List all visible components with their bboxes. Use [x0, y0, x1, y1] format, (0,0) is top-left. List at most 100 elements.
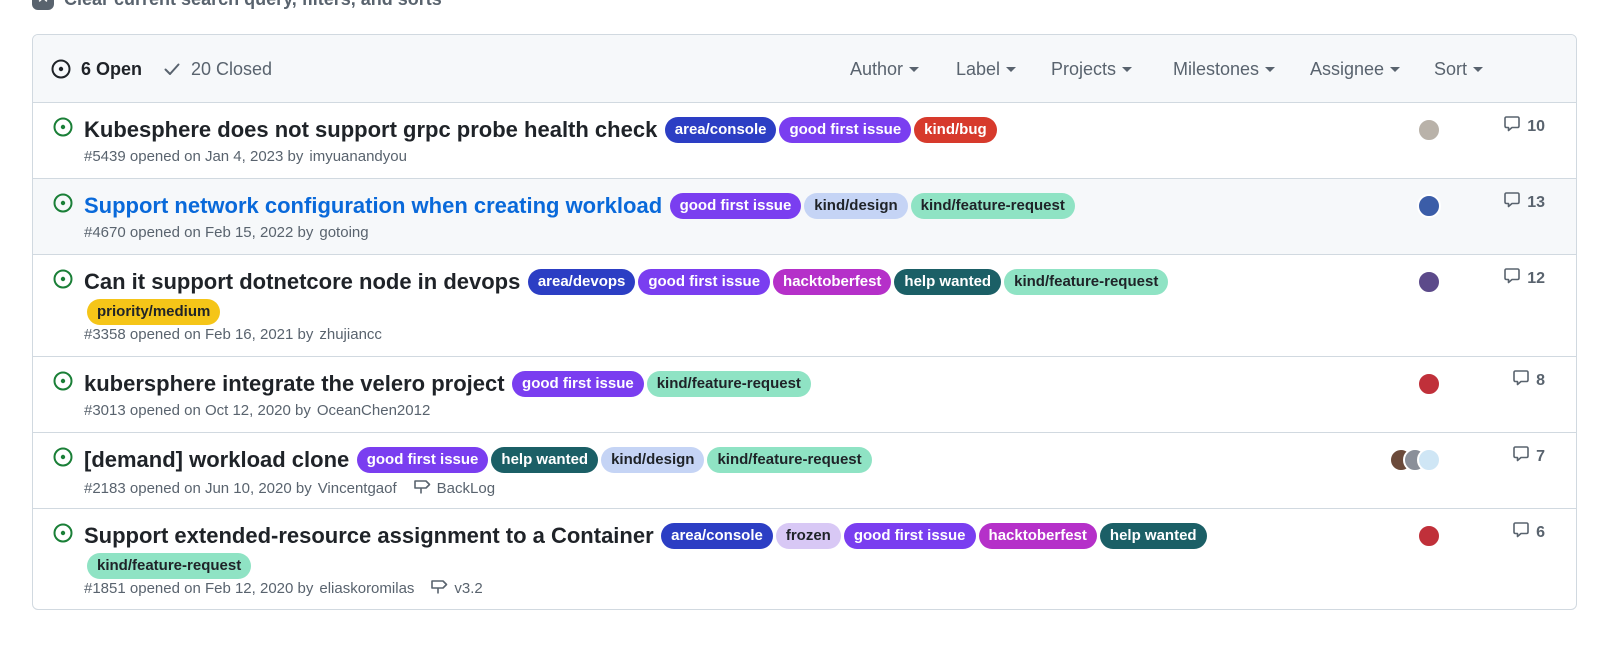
- issue-label[interactable]: good first issue: [512, 371, 644, 397]
- comment-icon: [1503, 115, 1521, 138]
- assignee-avatars: [1417, 270, 1441, 294]
- issue-row[interactable]: Support network configuration when creat…: [33, 179, 1576, 255]
- comments-link[interactable]: 7: [1512, 445, 1545, 468]
- comments-link[interactable]: 8: [1512, 369, 1545, 392]
- assignee-avatars: [1417, 372, 1441, 396]
- comment-icon: [1512, 369, 1530, 392]
- issue-label[interactable]: good first issue: [843, 523, 976, 549]
- issue-label[interactable]: good first issue: [638, 269, 771, 295]
- issue-label[interactable]: kind/feature-request: [910, 193, 1075, 219]
- issue-title[interactable]: kubersphere integrate the velero project: [84, 371, 505, 396]
- avatar[interactable]: [1417, 194, 1441, 218]
- issue-label[interactable]: kind/feature-request: [87, 553, 252, 579]
- issue-opened-icon: [53, 269, 73, 289]
- comments-link[interactable]: 12: [1503, 267, 1545, 290]
- issue-opened-icon: [53, 371, 73, 391]
- issue-row[interactable]: kubersphere integrate the velero project…: [33, 357, 1576, 433]
- issue-row[interactable]: [demand] workload clone good first issue…: [33, 433, 1576, 509]
- issue-meta-text: #4670 opened on Feb 15, 2022 by: [84, 224, 314, 241]
- avatar[interactable]: [1417, 448, 1441, 472]
- avatar[interactable]: [1417, 118, 1441, 142]
- issue-author-link[interactable]: gotoing: [319, 224, 368, 241]
- issue-author-link[interactable]: imyuanandyou: [309, 148, 407, 165]
- issue-row[interactable]: Support extended-resource assignment to …: [33, 509, 1576, 609]
- issue-label[interactable]: help wanted: [1099, 523, 1207, 549]
- issue-open-icon: [51, 59, 71, 79]
- issue-title[interactable]: Kubesphere does not support grpc probe h…: [84, 117, 657, 142]
- milestones-filter[interactable]: Milestones: [1173, 35, 1276, 103]
- comments-link[interactable]: 13: [1503, 191, 1545, 214]
- caret-down-icon: [909, 66, 920, 72]
- issue-title-line: [demand] workload clone good first issue…: [84, 445, 1299, 475]
- issue-title[interactable]: Support network configuration when creat…: [84, 193, 662, 218]
- issue-author-link[interactable]: eliaskoromilas: [319, 580, 414, 597]
- comment-count: 8: [1536, 371, 1545, 389]
- issue-row[interactable]: Kubesphere does not support grpc probe h…: [33, 103, 1576, 179]
- issue-label[interactable]: kind/bug: [914, 117, 997, 143]
- issue-rows: Kubesphere does not support grpc probe h…: [33, 103, 1576, 609]
- issue-author-link[interactable]: OceanChen2012: [317, 402, 430, 419]
- issue-meta: #5439 opened on Jan 4, 2023 by imyuanandy…: [84, 148, 407, 165]
- issue-label[interactable]: good first issue: [356, 447, 489, 473]
- comments-link[interactable]: 6: [1512, 521, 1545, 544]
- milestone-icon: [430, 578, 448, 598]
- issue-author-link[interactable]: zhujiancc: [319, 326, 382, 343]
- check-icon: [164, 63, 180, 75]
- issue-author-link[interactable]: Vincentgaof: [318, 480, 397, 497]
- issue-label[interactable]: kind/design: [601, 447, 705, 473]
- open-issues-tab[interactable]: 6 Open: [51, 35, 142, 103]
- projects-filter[interactable]: Projects: [1051, 35, 1133, 103]
- author-filter[interactable]: Author: [850, 35, 920, 103]
- issue-label[interactable]: area/console: [661, 523, 773, 549]
- issue-opened-icon: [53, 523, 73, 543]
- caret-down-icon: [1390, 66, 1401, 72]
- label-filter[interactable]: Label: [956, 35, 1017, 103]
- issue-label[interactable]: help wanted: [894, 269, 1002, 295]
- issue-label[interactable]: good first issue: [669, 193, 802, 219]
- issue-meta: #3013 opened on Oct 12, 2020 by OceanChen…: [84, 402, 430, 419]
- issue-label[interactable]: area/console: [664, 117, 777, 143]
- comments-link[interactable]: 10: [1503, 115, 1545, 138]
- issue-row[interactable]: Can it support dotnetcore node in devops…: [33, 255, 1576, 357]
- issue-label[interactable]: help wanted: [491, 447, 599, 473]
- issue-label[interactable]: kind/feature-request: [646, 371, 811, 397]
- clear-filters[interactable]: ✕ Clear current search query, filters, a…: [32, 0, 442, 10]
- issue-label[interactable]: hacktoberfest: [978, 523, 1097, 549]
- issue-label[interactable]: kind/feature-request: [1004, 269, 1169, 295]
- assignee-avatars: [1417, 194, 1441, 218]
- milestone-label: BackLog: [436, 479, 496, 497]
- comment-icon: [1512, 445, 1530, 468]
- assignee-avatars: [1417, 524, 1441, 548]
- issue-title[interactable]: Can it support dotnetcore node in devops: [84, 269, 520, 294]
- issue-label[interactable]: frozen: [775, 523, 841, 549]
- comment-count: 10: [1527, 117, 1545, 135]
- issue-title[interactable]: Support extended-resource assignment to …: [84, 523, 654, 548]
- avatar[interactable]: [1417, 524, 1441, 548]
- issue-opened-icon: [53, 447, 73, 467]
- issue-title-line: Can it support dotnetcore node in devops…: [84, 267, 1299, 327]
- milestone-link[interactable]: v3.2: [430, 578, 483, 598]
- issue-label[interactable]: kind/design: [804, 193, 908, 219]
- closed-issues-tab[interactable]: 20 Closed: [163, 35, 272, 103]
- close-icon[interactable]: ✕: [32, 0, 54, 10]
- assignee-avatars: [1389, 448, 1441, 472]
- avatar[interactable]: [1417, 372, 1441, 396]
- issue-meta-text: #5439 opened on Jan 4, 2023 by: [84, 148, 304, 165]
- issue-label[interactable]: hacktoberfest: [773, 269, 892, 295]
- clear-filters-label: Clear current search query, filters, and…: [64, 0, 442, 10]
- milestone-label: v3.2: [454, 579, 483, 597]
- assignee-filter[interactable]: Assignee: [1310, 35, 1401, 103]
- issue-meta: #2183 opened on Jun 10, 2020 by Vincentga…: [84, 478, 495, 498]
- avatar[interactable]: [1417, 270, 1441, 294]
- issue-title[interactable]: [demand] workload clone: [84, 447, 349, 472]
- sort-filter[interactable]: Sort: [1434, 35, 1484, 103]
- issue-label[interactable]: priority/medium: [87, 299, 221, 325]
- issue-title-line: Support extended-resource assignment to …: [84, 521, 1299, 581]
- issue-label[interactable]: area/devops: [527, 269, 636, 295]
- comment-icon: [1503, 267, 1521, 290]
- issue-label[interactable]: kind/feature-request: [707, 447, 872, 473]
- issue-label[interactable]: good first issue: [779, 117, 912, 143]
- caret-down-icon: [1122, 66, 1133, 72]
- milestone-link[interactable]: BackLog: [413, 478, 495, 498]
- comment-icon: [1503, 191, 1521, 214]
